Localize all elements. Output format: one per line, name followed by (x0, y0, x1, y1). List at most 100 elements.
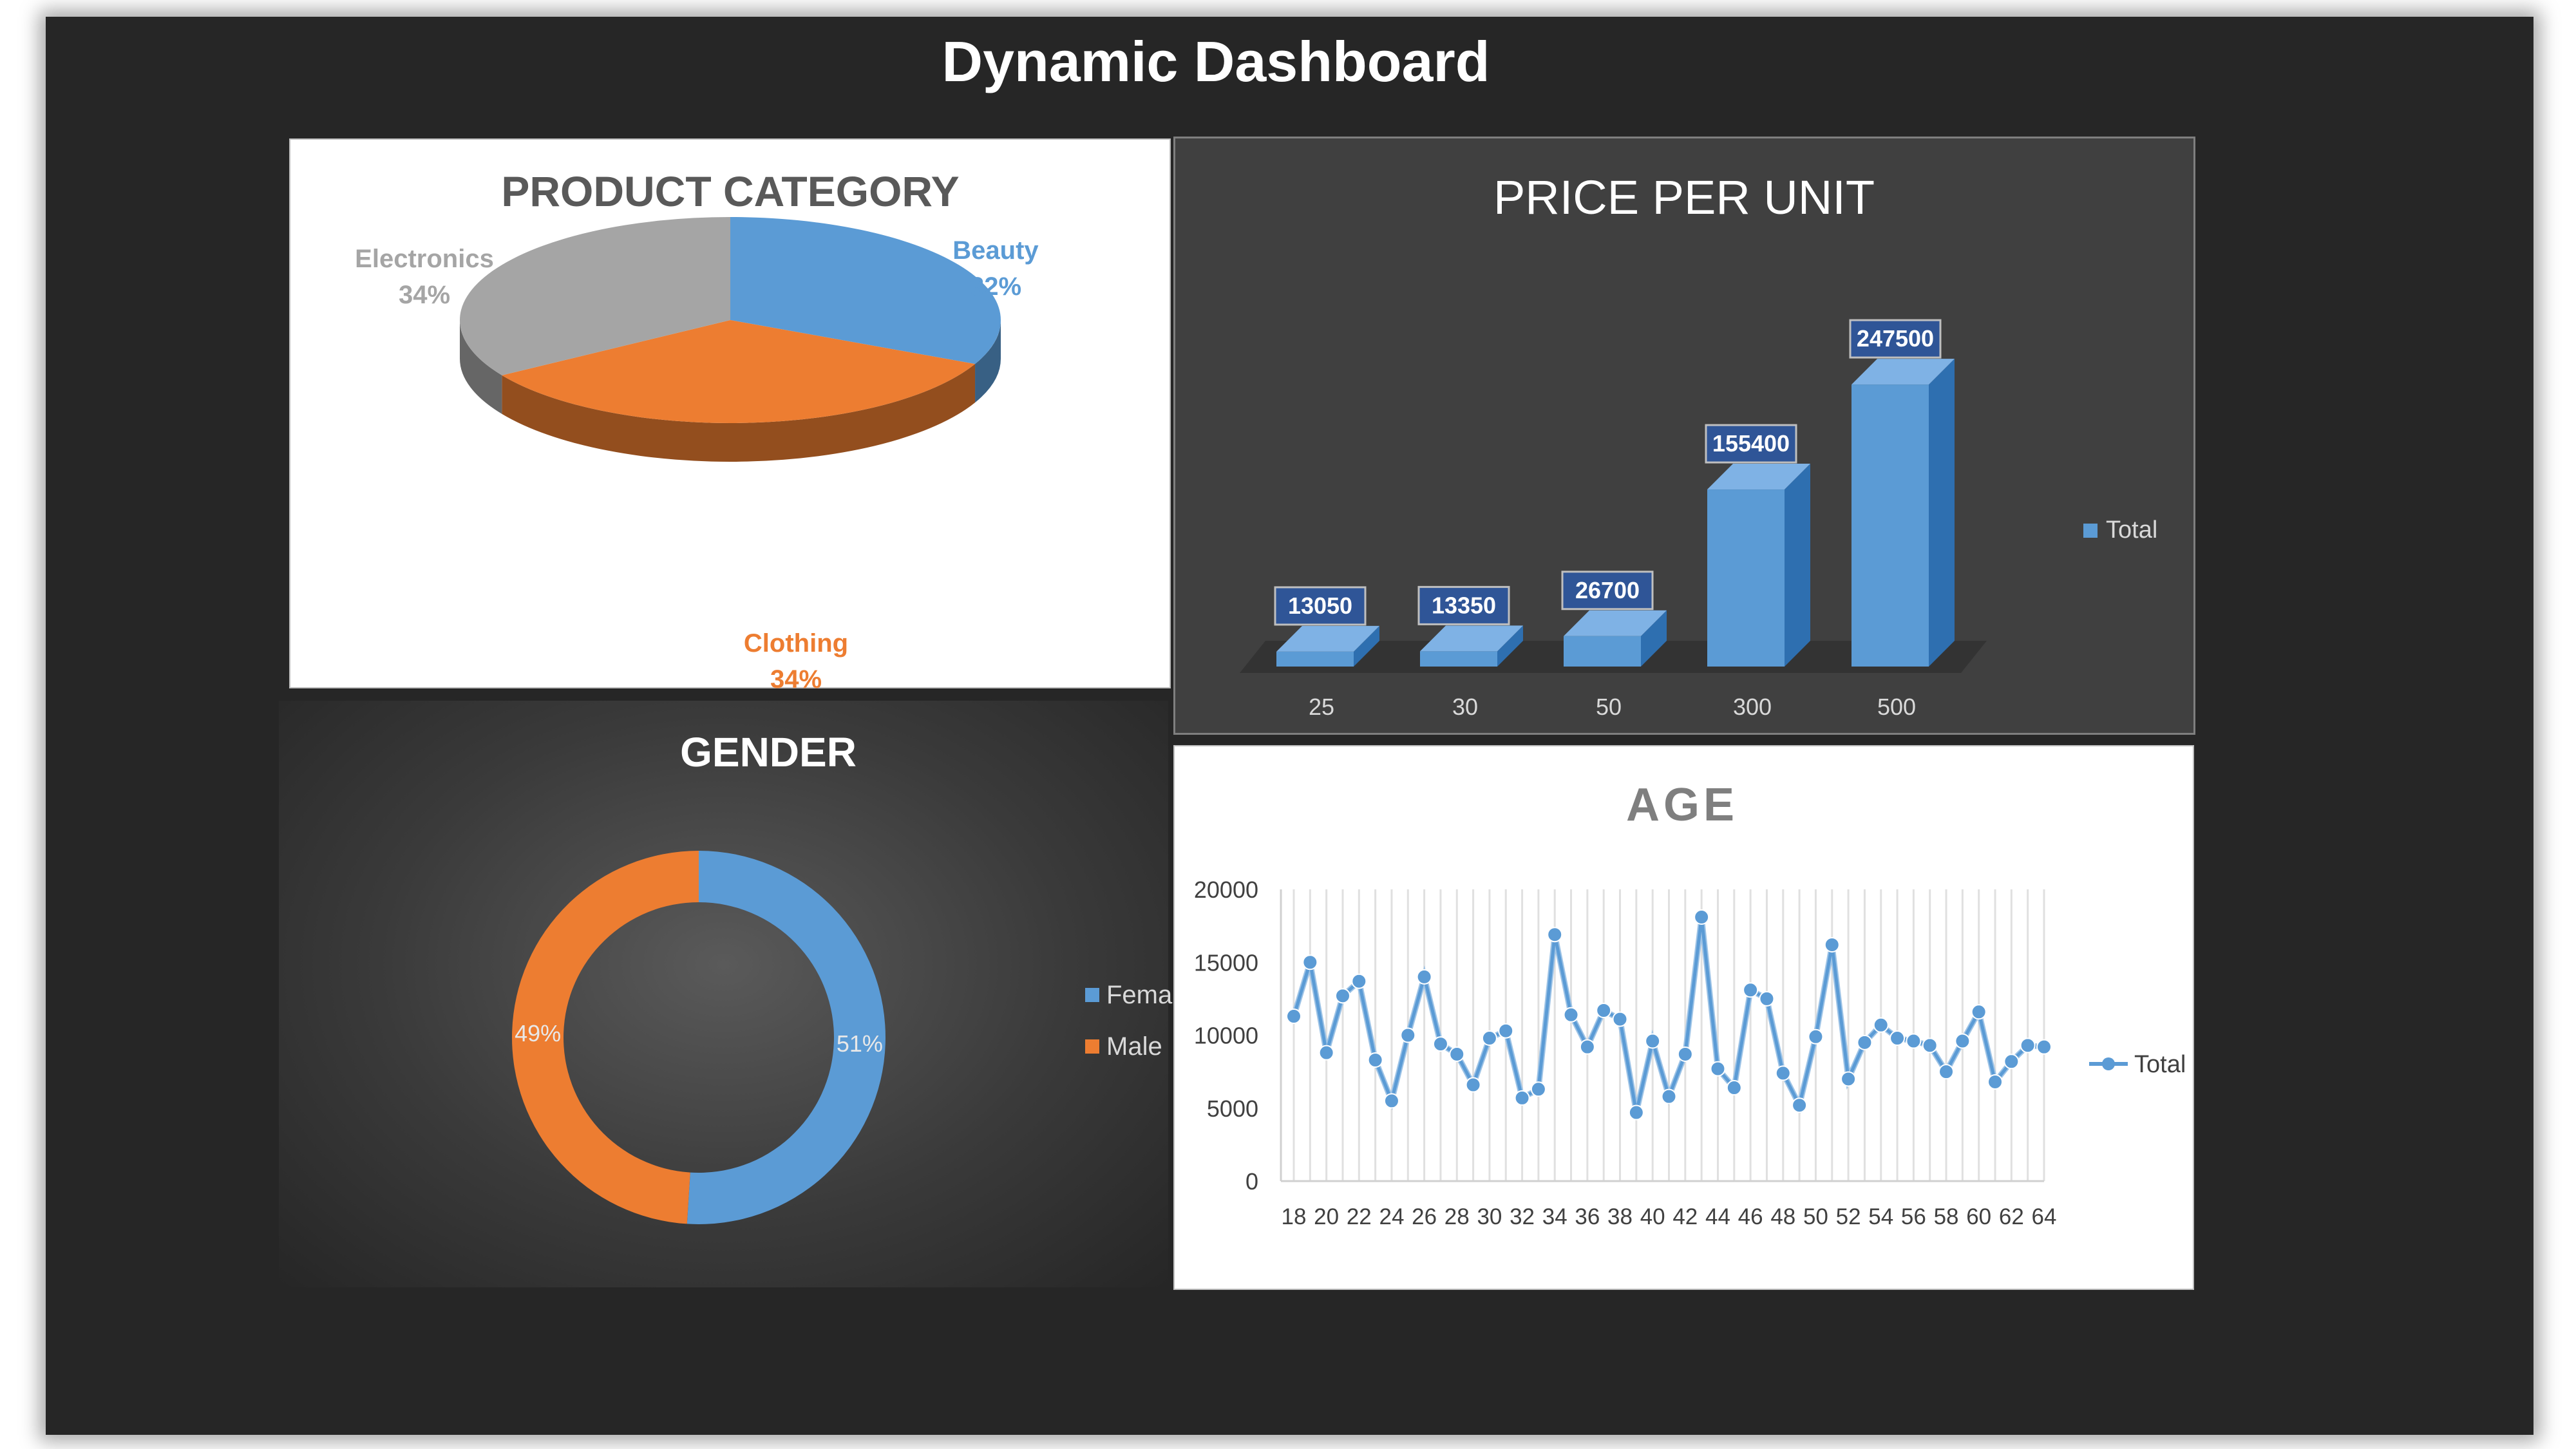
y-tick-label: 10000 (1194, 1023, 1258, 1049)
legend-swatch-male (1085, 1039, 1099, 1054)
data-point (1612, 1011, 1628, 1027)
legend-label-male: Male (1106, 1032, 1162, 1061)
legend-label: Total (2106, 516, 2157, 544)
data-point (1922, 1037, 1938, 1054)
data-point (1792, 1097, 1808, 1113)
data-point (1563, 1007, 1579, 1023)
data-point (1383, 1093, 1399, 1109)
data-point (2020, 1037, 2036, 1054)
legend-swatch (2083, 524, 2098, 538)
y-tick-label: 0 (1245, 1168, 1258, 1195)
x-tick-label: 40 (1640, 1204, 1665, 1229)
x-tick-label: 54 (1868, 1204, 1893, 1229)
data-point (1987, 1074, 2003, 1090)
x-tick-label: 30 (1477, 1204, 1502, 1229)
data-point (1759, 990, 1775, 1007)
x-tick-label: 36 (1575, 1204, 1600, 1229)
x-tick-label: 64 (2032, 1204, 2057, 1229)
data-point (1302, 954, 1318, 971)
bar-data-label: 26700 (1575, 577, 1640, 603)
doughnut-percent-label-male: 49% (515, 1020, 561, 1046)
x-tick-label: 30 (1452, 694, 1478, 720)
pie-category-label-clothing: Clothing (744, 629, 848, 658)
chart-title: AGE (1626, 779, 1738, 831)
bar-data-label: 13050 (1288, 592, 1352, 619)
x-tick-label: 25 (1309, 694, 1334, 720)
data-point (1514, 1090, 1530, 1106)
data-point (1367, 1052, 1383, 1068)
age-panel: AGE 0 5000 10000 15000 20000 18 20 22 24 26 28 30 32 3… (1173, 745, 2194, 1290)
gender-panel: GENDER 51% 49% Female Male (279, 701, 1192, 1287)
data-point (1971, 1004, 1987, 1020)
bar-data-label: 13350 (1432, 592, 1496, 618)
data-point (1645, 1033, 1661, 1049)
bar-side (1785, 464, 1810, 667)
x-tick-label: 300 (1733, 694, 1772, 720)
x-tick-label: 42 (1672, 1204, 1698, 1229)
data-point (1906, 1033, 1922, 1049)
bar (1852, 384, 1929, 667)
pie-category-label-beauty: Beauty (952, 236, 1039, 265)
x-tick-label: 44 (1705, 1204, 1730, 1229)
chart-title: GENDER (680, 729, 857, 775)
x-tick-label: 500 (1877, 694, 1916, 720)
data-point (1677, 1046, 1693, 1062)
data-point (1465, 1077, 1481, 1093)
x-tick-label: 32 (1510, 1204, 1535, 1229)
x-tick-label: 18 (1282, 1204, 1307, 1229)
data-point (1743, 982, 1759, 998)
legend-label: Total (2134, 1051, 2186, 1078)
x-tick-label: 28 (1444, 1204, 1470, 1229)
bar (1420, 651, 1497, 667)
data-point (1432, 1036, 1448, 1052)
data-point (1694, 909, 1710, 925)
data-point (1596, 1002, 1612, 1018)
bar-side (1929, 359, 1955, 667)
data-point (1579, 1039, 1595, 1055)
x-tick-label: 50 (1596, 694, 1622, 720)
chart-title: PRICE PER UNIT (1493, 171, 1875, 224)
gender-chart: GENDER51%49%FemaleMale (511, 729, 1192, 1224)
data-point (1955, 1033, 1971, 1049)
data-point (1318, 1045, 1334, 1061)
pie-percent-label-beauty: 32% (970, 272, 1021, 301)
data-point (1775, 1065, 1791, 1081)
y-tick-label: 20000 (1194, 876, 1258, 903)
x-tick-label: 48 (1770, 1204, 1795, 1229)
price-per-unit-chart: PRICE PER UNIT 13050 25 13350 30 26700 50 15540… (1240, 171, 2157, 720)
data-point (1449, 1046, 1465, 1062)
x-tick-label: 24 (1379, 1204, 1404, 1229)
data-point (1351, 973, 1367, 989)
data-point (1547, 927, 1563, 943)
x-tick-label: 26 (1412, 1204, 1437, 1229)
data-point (1857, 1034, 1873, 1050)
x-tick-label: 20 (1314, 1204, 1339, 1229)
legend-swatch-female (1085, 988, 1099, 1002)
data-point (2003, 1054, 2020, 1070)
data-point (1498, 1023, 1514, 1039)
data-point (1726, 1080, 1742, 1096)
product-category-panel: PRODUCT CATEGORY Beauty 32% Clothing 34% Elec… (289, 138, 1171, 694)
chart-title: PRODUCT CATEGORY (501, 167, 959, 215)
x-tick-label: 52 (1836, 1204, 1861, 1229)
doughnut-percent-label-female: 51% (837, 1030, 883, 1057)
x-tick-label: 62 (1999, 1204, 2024, 1229)
price-per-unit-panel: PRICE PER UNIT 13050 25 13350 30 26700 50 15540… (1173, 137, 2195, 735)
data-point (1481, 1030, 1497, 1046)
data-point (1824, 937, 1840, 953)
pie-percent-label-electronics: 34% (399, 281, 450, 309)
x-tick-label: 50 (1803, 1204, 1828, 1229)
x-tick-label: 56 (1901, 1204, 1926, 1229)
product-category-chart: PRODUCT CATEGORY Beauty 32% Clothing 34% Elec… (355, 167, 1039, 694)
data-point (1334, 988, 1350, 1004)
pie-category-label-electronics: Electronics (355, 245, 494, 273)
y-tick-label: 15000 (1194, 949, 1258, 976)
bar-data-label: 155400 (1712, 430, 1790, 457)
x-tick-label: 60 (1966, 1204, 1991, 1229)
data-point (1889, 1030, 1906, 1046)
bar-data-label: 247500 (1857, 325, 1934, 352)
bar (1564, 636, 1641, 667)
y-tick-label: 5000 (1207, 1095, 1258, 1122)
x-tick-label: 58 (1934, 1204, 1959, 1229)
data-point (2036, 1039, 2052, 1055)
